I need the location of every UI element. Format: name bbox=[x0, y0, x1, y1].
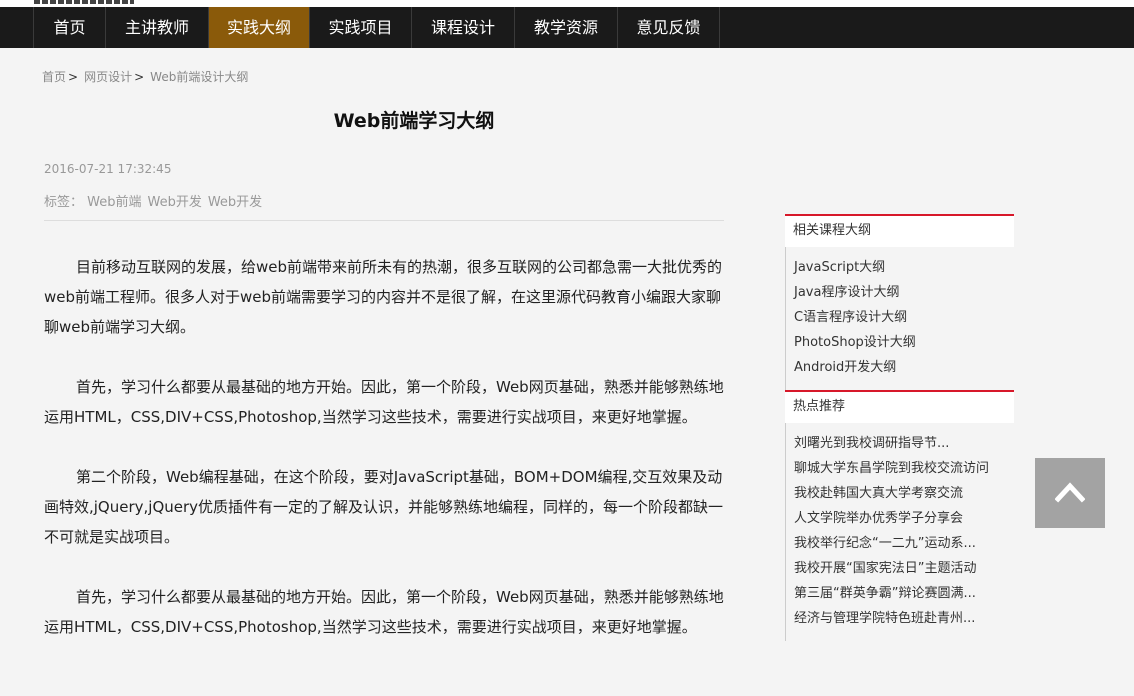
nav-item-resources[interactable]: 教学资源 bbox=[514, 7, 617, 48]
article-paragraph: 目前移动互联网的发展，给web前端带来前所未有的热潮，很多互联网的公司都急需一大… bbox=[44, 258, 723, 336]
related-syllabus-link[interactable]: JavaScript大纲 bbox=[794, 255, 1014, 280]
related-syllabus-box: 相关课程大纲 JavaScript大纲 Java程序设计大纲 C语言程序设计大纲… bbox=[785, 214, 1014, 390]
article-title: Web前端学习大纲 bbox=[333, 110, 495, 132]
main-navbar: 首页 主讲教师 实践大纲 实践项目 课程设计 教学资源 意见反馈 bbox=[0, 7, 1134, 48]
article-paragraph: 第二个阶段，Web编程基础，在这个阶段，要对JavaScript基础，BOM+D… bbox=[44, 468, 724, 546]
hot-news-link[interactable]: 我校开展“国家宪法日”主题活动 bbox=[794, 556, 1014, 581]
breadcrumb-separator: > bbox=[68, 70, 79, 84]
article-paragraph: 首先，学习什么都要从最基础的地方开始。因此，第一个阶段，Web网页基础，熟悉并能… bbox=[44, 378, 724, 426]
nav-item-projects[interactable]: 实践项目 bbox=[309, 7, 411, 48]
breadcrumb-category[interactable]: 网页设计 bbox=[84, 70, 132, 84]
hot-news-link[interactable]: 聊城大学东昌学院到我校交流访问 bbox=[794, 456, 1014, 481]
article-paragraph: 首先，学习什么都要从最基础的地方开始。因此，第一个阶段，Web网页基础，熟悉并能… bbox=[44, 588, 724, 636]
title-divider bbox=[44, 220, 724, 221]
nav-item-course-design[interactable]: 课程设计 bbox=[411, 7, 514, 48]
nav-item-feedback[interactable]: 意见反馈 bbox=[617, 7, 720, 48]
hot-news-link[interactable]: 我校赴韩国大真大学考察交流 bbox=[794, 481, 1014, 506]
related-syllabus-link[interactable]: Java程序设计大纲 bbox=[794, 280, 1014, 305]
hot-recommend-list: 刘曙光到我校调研指导节... 聊城大学东昌学院到我校交流访问 我校赴韩国大真大学… bbox=[785, 423, 1014, 641]
article-date: 2016-07-21 17:32:45 bbox=[44, 162, 172, 176]
breadcrumb-current[interactable]: Web前端设计大纲 bbox=[150, 70, 248, 84]
chevron-up-icon bbox=[1055, 482, 1085, 503]
related-syllabus-link[interactable]: PhotoShop设计大纲 bbox=[794, 330, 1014, 355]
hot-news-link[interactable]: 第三届“群英争霸”辩论赛圆满... bbox=[794, 581, 1014, 606]
article-body: 目前移动互联网的发展，给web前端带来前所未有的热潮，很多互联网的公司都急需一大… bbox=[44, 252, 724, 672]
breadcrumb: 首页 > 网页设计 > Web前端设计大纲 bbox=[42, 68, 248, 85]
nav-item-teachers[interactable]: 主讲教师 bbox=[105, 7, 208, 48]
nav-item-syllabus[interactable]: 实践大纲 bbox=[208, 7, 309, 48]
tag-link[interactable]: Web开发 bbox=[148, 195, 202, 210]
article-tags: 标签： Web前端 Web开发 Web开发 bbox=[44, 191, 268, 210]
hot-news-link[interactable]: 人文学院举办优秀学子分享会 bbox=[794, 506, 1014, 531]
tag-link[interactable]: Web开发 bbox=[208, 195, 262, 210]
tags-label: 标签： bbox=[44, 195, 84, 210]
nav-item-home[interactable]: 首页 bbox=[33, 7, 105, 48]
site-logo-text-cut bbox=[34, 0, 134, 4]
nav-list: 首页 主讲教师 实践大纲 实践项目 课程设计 教学资源 意见反馈 bbox=[33, 7, 720, 48]
related-syllabus-list: JavaScript大纲 Java程序设计大纲 C语言程序设计大纲 PhotoS… bbox=[785, 247, 1014, 390]
tag-link[interactable]: Web前端 bbox=[87, 195, 141, 210]
back-to-top-button[interactable] bbox=[1035, 458, 1105, 528]
breadcrumb-separator: > bbox=[134, 70, 145, 84]
hot-recommend-box: 热点推荐 刘曙光到我校调研指导节... 聊城大学东昌学院到我校交流访问 我校赴韩… bbox=[785, 390, 1014, 641]
hot-recommend-title: 热点推荐 bbox=[785, 390, 1014, 423]
top-strip bbox=[0, 0, 1134, 7]
sidebar: 相关课程大纲 JavaScript大纲 Java程序设计大纲 C语言程序设计大纲… bbox=[785, 214, 1014, 641]
related-syllabus-link[interactable]: C语言程序设计大纲 bbox=[794, 305, 1014, 330]
breadcrumb-home[interactable]: 首页 bbox=[42, 70, 66, 84]
hot-news-link[interactable]: 我校举行纪念“一二九”运动系... bbox=[794, 531, 1014, 556]
related-syllabus-link[interactable]: Android开发大纲 bbox=[794, 355, 1014, 380]
hot-news-link[interactable]: 经济与管理学院特色班赴青州... bbox=[794, 606, 1014, 631]
related-syllabus-title: 相关课程大纲 bbox=[785, 214, 1014, 247]
hot-news-link[interactable]: 刘曙光到我校调研指导节... bbox=[794, 431, 1014, 456]
